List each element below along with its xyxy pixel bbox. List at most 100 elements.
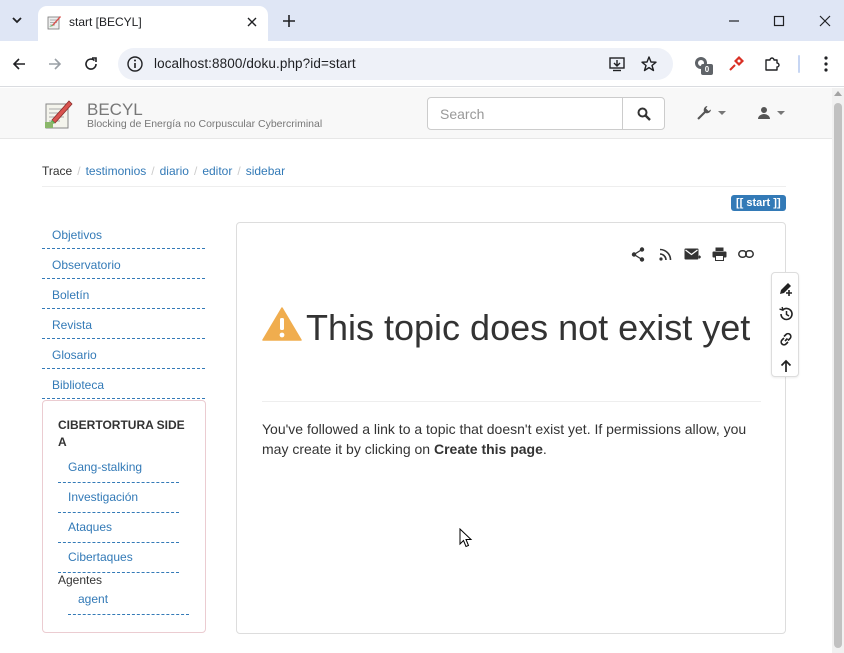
panel-item[interactable]: Cibertaques — [58, 545, 179, 573]
sidebar-item[interactable]: Observatorio — [42, 252, 205, 279]
sidebar-panel: CIBERTORTURA SIDE A Gang-stalking Invest… — [42, 400, 206, 633]
share-icon — [631, 246, 645, 262]
arrow-left-icon — [12, 58, 25, 70]
page-viewport: BECYL Blocking de Energía no Corpuscular… — [0, 88, 832, 653]
subscribe-button[interactable] — [683, 245, 701, 263]
permalink-button[interactable] — [737, 245, 755, 263]
scroll-up-arrow-icon[interactable] — [834, 91, 842, 96]
back-button[interactable] — [7, 52, 31, 76]
search-icon — [637, 107, 651, 121]
info-icon[interactable] — [126, 55, 144, 73]
admin-tools-menu[interactable] — [696, 103, 726, 123]
extension-pin-icon — [729, 56, 744, 71]
sidebar-item[interactable]: Revista — [42, 312, 205, 339]
share-button[interactable] — [629, 245, 647, 263]
breadcrumb-item[interactable]: editor — [202, 164, 232, 178]
bookmark-star-icon[interactable] — [640, 55, 658, 73]
panel-item[interactable]: Gang-stalking — [58, 455, 179, 483]
heading-divider — [262, 401, 761, 402]
forward-button[interactable] — [43, 52, 67, 76]
chevron-down-icon — [12, 17, 22, 24]
back-to-top-button[interactable] — [777, 357, 795, 375]
link-icon — [780, 332, 792, 346]
content-card: This topic does not exist yet You've fol… — [236, 222, 786, 634]
sidebar-item[interactable]: Boletín — [42, 282, 205, 309]
extension-button-red[interactable] — [725, 53, 747, 75]
page-body: You've followed a link to a topic that d… — [262, 419, 762, 459]
address-bar[interactable]: localhost:8800/doku.php?id=start — [118, 48, 673, 80]
tab-close-button[interactable] — [244, 14, 260, 30]
browser-tab[interactable]: start [BECYL] — [38, 6, 268, 41]
breadcrumb-divider — [42, 186, 786, 187]
puzzle-icon — [765, 57, 780, 71]
browser-toolbar: localhost:8800/doku.php?id=start 0 — [0, 41, 844, 87]
old-revisions-button[interactable] — [777, 305, 795, 323]
caret-down-icon — [777, 111, 785, 115]
rss-icon — [658, 248, 671, 261]
breadcrumb: Trace / testimonios / diario / editor / sidebar — [42, 164, 286, 178]
arrow-right-icon — [49, 58, 62, 70]
breadcrumb-item[interactable]: testimonios — [86, 164, 147, 178]
install-app-icon[interactable] — [608, 55, 626, 73]
extension-badge: 0 — [701, 64, 713, 75]
print-button[interactable] — [710, 245, 728, 263]
search-button[interactable] — [622, 97, 665, 130]
extensions-menu-button[interactable] — [761, 53, 783, 75]
minimize-icon — [729, 20, 739, 22]
close-icon — [819, 15, 831, 27]
tab-title: start [BECYL] — [69, 15, 142, 29]
site-favicon-icon — [47, 16, 61, 30]
page-title: This topic does not exist yet — [262, 307, 762, 348]
close-icon — [247, 17, 257, 27]
sidebar-item[interactable]: Biblioteca — [42, 372, 205, 399]
site-tagline: Blocking de Energía no Corpuscular Cyber… — [87, 118, 323, 130]
maximize-icon — [773, 15, 785, 27]
page-id-badge[interactable]: [[ start ]] — [731, 195, 786, 211]
minimize-button[interactable] — [720, 8, 748, 34]
site-title[interactable]: BECYL — [87, 100, 143, 120]
mouse-cursor-icon — [459, 528, 473, 548]
print-icon — [712, 247, 726, 261]
create-page-button[interactable] — [777, 279, 795, 297]
history-icon — [779, 306, 793, 321]
wiki-logo-icon[interactable] — [42, 98, 74, 130]
body-suffix: . — [542, 441, 547, 457]
search-input[interactable] — [427, 97, 623, 130]
wrench-icon — [697, 106, 711, 120]
window-close-button[interactable] — [811, 8, 839, 34]
backlinks-button[interactable] — [777, 331, 795, 349]
site-header: BECYL Blocking de Energía no Corpuscular… — [0, 88, 832, 139]
toolbar-divider — [798, 55, 800, 73]
browser-menu-button[interactable] — [815, 53, 837, 75]
panel-item[interactable]: Ataques — [58, 515, 179, 543]
url-text[interactable]: localhost:8800/doku.php?id=start — [154, 56, 356, 71]
rss-button[interactable] — [656, 245, 674, 263]
breadcrumb-item[interactable]: diario — [160, 164, 189, 178]
page-actions-toolbar — [771, 272, 799, 377]
sidebar-item[interactable]: Glosario — [42, 342, 205, 369]
tab-search-button[interactable] — [6, 9, 28, 31]
page-scrollbar[interactable] — [832, 88, 844, 653]
maximize-button[interactable] — [765, 8, 793, 34]
user-menu[interactable] — [757, 103, 785, 123]
tab-strip: start [BECYL] — [0, 0, 844, 41]
more-vertical-icon — [824, 56, 828, 72]
panel-subitem[interactable]: agent — [68, 587, 189, 615]
scrollbar-thumb[interactable] — [834, 103, 842, 648]
breadcrumb-item[interactable]: sidebar — [246, 164, 285, 178]
create-page-hint: Create this page — [433, 441, 543, 457]
new-tab-button[interactable] — [278, 10, 300, 32]
reload-icon — [85, 57, 97, 70]
pencil-plus-icon — [780, 283, 792, 296]
caret-down-icon — [718, 111, 726, 115]
panel-subheading: Agentes — [58, 573, 103, 587]
panel-heading: CIBERTORTURA SIDE A — [58, 418, 185, 449]
extension-button-counter[interactable]: 0 — [690, 53, 713, 75]
reload-button[interactable] — [79, 52, 103, 76]
plus-icon — [283, 15, 295, 27]
breadcrumb-label: Trace — [42, 164, 73, 178]
page-tools — [629, 245, 755, 263]
sidebar-item[interactable]: Objetivos — [42, 222, 205, 249]
link-icon — [738, 250, 754, 258]
panel-item[interactable]: Investigación — [58, 485, 179, 513]
